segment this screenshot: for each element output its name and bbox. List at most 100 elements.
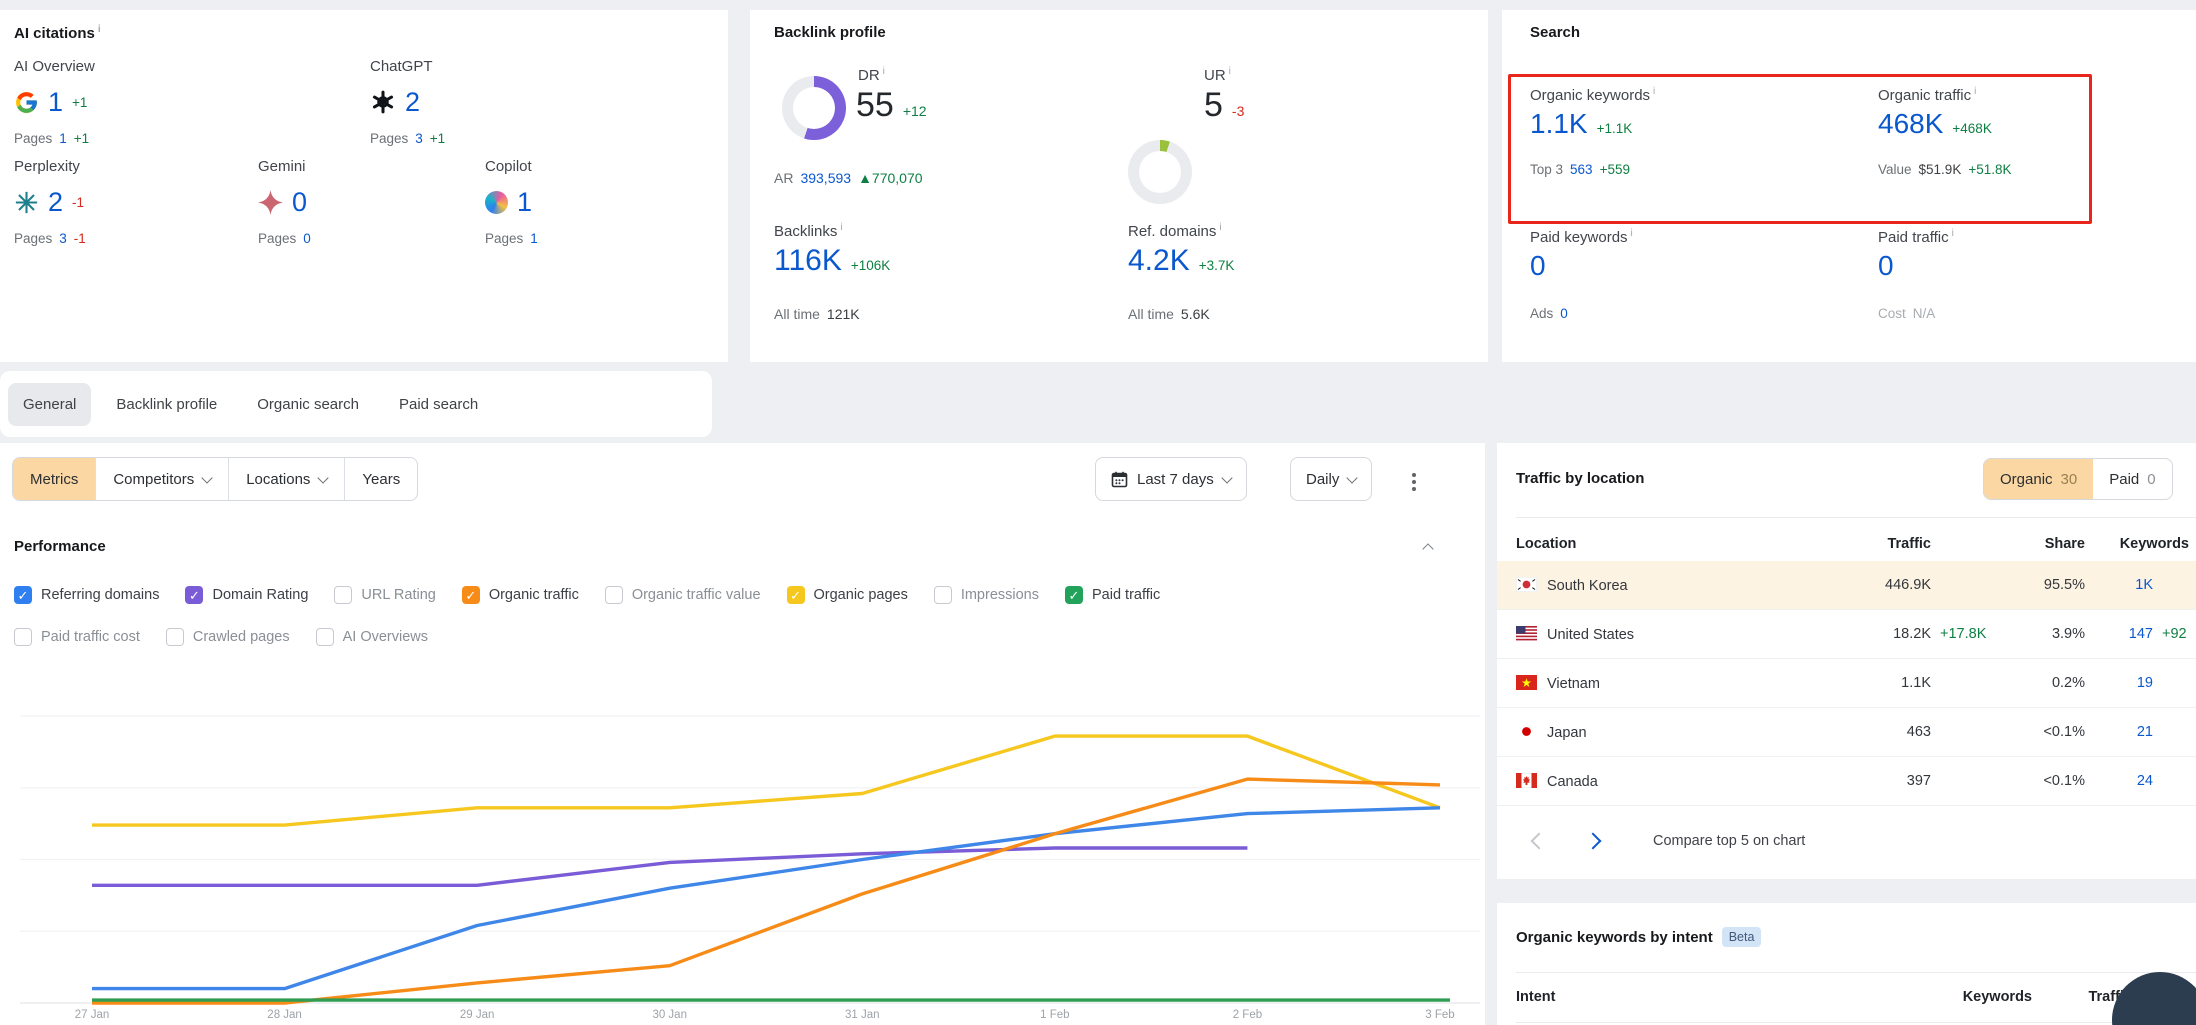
info-icon[interactable] xyxy=(1226,67,1231,84)
info-icon[interactable] xyxy=(1971,87,1976,104)
table-row[interactable]: Japan463<0.1%21 xyxy=(1497,708,2196,757)
table-row[interactable]: Vietnam1.1K0.2%19 xyxy=(1497,659,2196,708)
next-page-chevron-icon[interactable] xyxy=(1585,833,1602,850)
chevron-down-icon xyxy=(1347,472,1358,483)
metrics-filter-button[interactable]: Metrics xyxy=(13,458,95,500)
dr-value: 55 xyxy=(856,86,894,125)
refdomains-value[interactable]: 4.2K xyxy=(1128,244,1190,278)
metric-checkbox-referring-domains[interactable]: ✓Referring domains xyxy=(14,586,159,604)
competitors-filter-button[interactable]: Competitors xyxy=(95,458,228,500)
keywords-link[interactable]: 24 xyxy=(2085,773,2153,789)
filter-group: Metrics Competitors Locations Years xyxy=(12,457,418,501)
metric-checkbox-organic-traffic[interactable]: ✓Organic traffic xyxy=(462,586,579,604)
info-icon[interactable] xyxy=(880,67,885,84)
keywords-link[interactable]: 21 xyxy=(2085,724,2153,740)
metric-checkbox-crawled-pages[interactable]: Crawled pages xyxy=(166,628,290,646)
metric-checkbox-impressions[interactable]: Impressions xyxy=(934,586,1039,604)
url-rating-donut xyxy=(1128,140,1192,204)
checkbox-icon: ✓ xyxy=(14,586,32,604)
paid-keywords-label: Paid keywords xyxy=(1530,228,1633,246)
info-icon[interactable] xyxy=(95,25,101,42)
ai-pages-value[interactable]: 3 xyxy=(59,231,67,246)
info-icon[interactable] xyxy=(1216,223,1221,240)
info-icon[interactable] xyxy=(837,223,842,240)
paid-traffic-value[interactable]: 0 xyxy=(1878,250,1894,282)
info-icon[interactable] xyxy=(1650,87,1655,104)
tab-general[interactable]: General xyxy=(8,383,91,426)
svg-text:31 Jan: 31 Jan xyxy=(845,1009,880,1021)
top3-value[interactable]: 563 xyxy=(1570,162,1593,177)
svg-text:30 Jan: 30 Jan xyxy=(652,1009,687,1021)
table-row[interactable]: Canada397<0.1%24 xyxy=(1497,757,2196,806)
cost-row: Cost N/A xyxy=(1878,306,1935,321)
copilot-icon xyxy=(485,191,508,214)
location-table-header: Location Traffic Share Keywords xyxy=(1497,527,2196,561)
ai-platform-label: Gemini xyxy=(258,158,485,175)
paid-keywords-value[interactable]: 0 xyxy=(1530,250,1546,282)
tab-backlink-profile[interactable]: Backlink profile xyxy=(101,383,232,426)
checkbox-icon: ✓ xyxy=(462,586,480,604)
ai-pages-value[interactable]: 3 xyxy=(415,131,423,146)
ai-pages-value[interactable]: 0 xyxy=(303,231,311,246)
share-value: <0.1% xyxy=(2017,724,2085,740)
organic-keywords-value[interactable]: 1.1K xyxy=(1530,108,1588,140)
paid-toggle-button[interactable]: Paid0 xyxy=(2093,459,2171,499)
chevron-down-icon xyxy=(1221,472,1232,483)
more-options-menu[interactable] xyxy=(1406,467,1422,497)
svg-text:1 Feb: 1 Feb xyxy=(1040,1009,1069,1021)
ai-pages-delta: +1 xyxy=(74,131,89,146)
ai-pages-delta: +1 xyxy=(430,131,445,146)
metric-checkbox-organic-traffic-value[interactable]: Organic traffic value xyxy=(605,586,761,604)
ai-citation-value: 1 xyxy=(48,87,63,118)
organic-toggle-button[interactable]: Organic30 xyxy=(1984,459,2093,499)
top3-row: Top 3 563 +559 xyxy=(1530,162,1630,177)
metric-checkbox-paid-traffic[interactable]: ✓Paid traffic xyxy=(1065,586,1160,604)
tab-paid-search[interactable]: Paid search xyxy=(384,383,493,426)
organic-traffic-label: Organic traffic xyxy=(1878,86,1976,104)
ai-citation-value: 0 xyxy=(292,187,307,218)
perplexity-icon xyxy=(14,190,39,215)
flag-canada xyxy=(1516,773,1537,788)
metric-checkbox-paid-traffic-cost[interactable]: Paid traffic cost xyxy=(14,628,140,646)
years-filter-button[interactable]: Years xyxy=(344,458,417,500)
ai-citation-value: 1 xyxy=(517,187,532,218)
metric-checkbox-organic-pages[interactable]: ✓Organic pages xyxy=(787,586,908,604)
metric-checkbox-ai-overviews[interactable]: AI Overviews xyxy=(316,628,428,646)
date-range-button[interactable]: Last 7 days xyxy=(1095,457,1247,501)
backlinks-value[interactable]: 116K xyxy=(774,244,842,278)
ur-delta: -3 xyxy=(1232,103,1244,119)
keywords-link[interactable]: 19 xyxy=(2085,675,2153,691)
organic-keywords-label: Organic keywords xyxy=(1530,86,1655,104)
ai-pages-value[interactable]: 1 xyxy=(59,131,67,146)
ai-pages-row: Pages1 xyxy=(485,231,725,246)
metric-checkbox-domain-rating[interactable]: ✓Domain Rating xyxy=(185,586,308,604)
google-icon xyxy=(14,90,39,115)
collapse-chevron-icon[interactable] xyxy=(1422,543,1433,554)
table-row[interactable]: South Korea446.9K95.5%1K xyxy=(1497,561,2196,610)
info-icon[interactable] xyxy=(1628,229,1633,246)
tab-organic-search[interactable]: Organic search xyxy=(242,383,374,426)
info-icon[interactable] xyxy=(1949,229,1954,246)
metric-checkbox-url-rating[interactable]: URL Rating xyxy=(334,586,435,604)
chevron-down-icon xyxy=(318,472,329,483)
flag-japan xyxy=(1516,724,1537,739)
compare-top5-link[interactable]: Compare top 5 on chart xyxy=(1653,833,1805,849)
prev-page-chevron-icon[interactable] xyxy=(1531,833,1548,850)
ur-label: UR xyxy=(1204,66,1231,84)
ai-pages-row: Pages1+1 xyxy=(14,131,370,146)
locations-filter-button[interactable]: Locations xyxy=(228,458,344,500)
checkbox-icon xyxy=(605,586,623,604)
ai-pages-value[interactable]: 1 xyxy=(530,231,538,246)
granularity-button[interactable]: Daily xyxy=(1290,457,1372,501)
ar-value-link[interactable]: 393,593 xyxy=(800,170,851,186)
metric-checkbox-row-1: ✓Referring domains ✓Domain Rating URL Rati… xyxy=(14,586,1160,604)
organic-traffic-value[interactable]: 468K xyxy=(1878,108,1943,140)
ai-platform-label: Copilot xyxy=(485,158,725,175)
keywords-link[interactable]: 147 xyxy=(2085,626,2153,642)
table-row[interactable]: United States18.2K+17.8K3.9%147+92 xyxy=(1497,610,2196,659)
refdomains-label: Ref. domains xyxy=(1128,222,1222,240)
refdomains-delta: +3.7K xyxy=(1199,258,1235,273)
keywords-link[interactable]: 1K xyxy=(2085,577,2153,593)
dr-delta: +12 xyxy=(903,103,927,119)
traffic-value: 18.2K xyxy=(1801,626,1931,642)
